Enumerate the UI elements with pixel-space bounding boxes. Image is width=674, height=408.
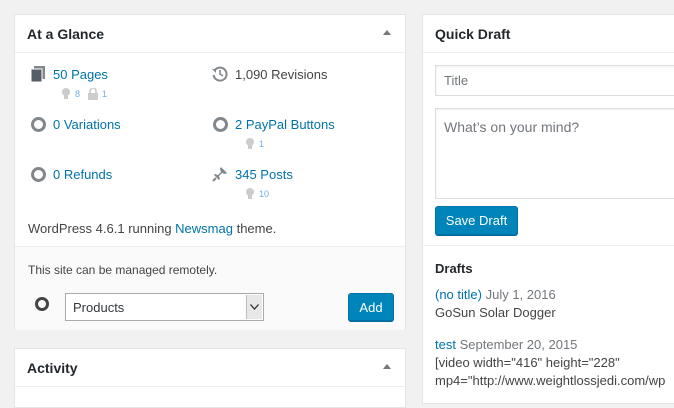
drafts-section: Drafts (no title) July 1, 2016 GoSun Sol… bbox=[423, 245, 674, 406]
theme-link[interactable]: Newsmag bbox=[175, 221, 233, 236]
glance-variations[interactable]: 0 Variations bbox=[29, 115, 121, 133]
posts-link[interactable]: 345 Posts bbox=[235, 167, 293, 182]
lightbulb-icon bbox=[61, 88, 71, 100]
glance-revisions: 1,090 Revisions bbox=[211, 65, 328, 83]
draft-item-1-head: (no title) July 1, 2016 bbox=[435, 287, 556, 302]
draft-item-2-title[interactable]: test bbox=[435, 337, 456, 352]
drafts-heading: Drafts bbox=[435, 261, 473, 276]
paypal-icon bbox=[211, 115, 229, 133]
glance-pages[interactable]: 50 Pages bbox=[29, 65, 108, 83]
products-select[interactable]: Products bbox=[65, 293, 264, 321]
quick-draft-header[interactable]: Quick Draft bbox=[423, 15, 674, 53]
paypal-sub: 1 bbox=[245, 138, 272, 150]
draft-content-textarea[interactable]: What’s on your mind? bbox=[435, 108, 674, 199]
collapse-arrow-icon[interactable] bbox=[383, 364, 391, 369]
draft-item-2-head: test September 20, 2015 bbox=[435, 337, 577, 352]
draft-item-1-title[interactable]: (no title) bbox=[435, 287, 482, 302]
activity-panel: Activity bbox=[14, 348, 406, 408]
chevron-down-icon[interactable] bbox=[246, 295, 262, 319]
glance-posts[interactable]: 345 Posts bbox=[211, 165, 293, 183]
wp-version-line: WordPress 4.6.1 running Newsmag theme. bbox=[28, 221, 276, 236]
products-select-value: Products bbox=[73, 299, 125, 315]
lock-icon bbox=[88, 88, 99, 100]
refunds-icon bbox=[29, 165, 47, 183]
pages-link[interactable]: 50 Pages bbox=[53, 67, 108, 82]
posts-hint-count[interactable]: 10 bbox=[259, 189, 269, 199]
plugin-ring-icon bbox=[35, 297, 49, 311]
remote-text: This site can be managed remotely. bbox=[28, 263, 218, 277]
at-a-glance-panel: At a Glance 50 Pages 8 1 1,090 Revisions… bbox=[14, 14, 406, 330]
paypal-hint-count[interactable]: 1 bbox=[259, 139, 264, 149]
draft-content-placeholder: What’s on your mind? bbox=[444, 119, 580, 135]
quick-draft-panel: Quick Draft Title What’s on your mind? S… bbox=[422, 14, 674, 404]
refunds-link[interactable]: 0 Refunds bbox=[53, 167, 112, 182]
activity-header[interactable]: Activity bbox=[15, 349, 405, 387]
add-button[interactable]: Add bbox=[348, 293, 394, 321]
paypal-link[interactable]: 2 PayPal Buttons bbox=[235, 117, 335, 132]
pages-icon bbox=[29, 65, 47, 83]
activity-title: Activity bbox=[27, 359, 78, 376]
at-a-glance-title: At a Glance bbox=[27, 25, 105, 42]
variations-link[interactable]: 0 Variations bbox=[53, 117, 121, 132]
wp-version-text: WordPress 4.6.1 running bbox=[28, 221, 176, 236]
posts-icon bbox=[211, 165, 229, 183]
draft-title-placeholder: Title bbox=[444, 73, 469, 88]
save-draft-button[interactable]: Save Draft bbox=[435, 206, 518, 235]
draft-item-1-date: July 1, 2016 bbox=[485, 287, 556, 302]
lightbulb-icon bbox=[245, 188, 255, 200]
at-a-glance-header[interactable]: At a Glance bbox=[15, 15, 405, 53]
pages-hint-count[interactable]: 8 bbox=[75, 89, 80, 99]
draft-item-2-excerpt-1: [video width="416" height="228" bbox=[435, 355, 620, 370]
pages-lock-count[interactable]: 1 bbox=[102, 89, 107, 99]
draft-item-2-date: September 20, 2015 bbox=[459, 337, 578, 352]
draft-title-input[interactable]: Title bbox=[435, 65, 674, 96]
revisions-text: 1,090 Revisions bbox=[235, 66, 328, 82]
wp-version-suffix: theme. bbox=[232, 221, 277, 236]
pages-sub: 8 1 bbox=[61, 88, 115, 100]
draft-item-2-excerpt-2: mp4="http://www.weightlossjedi.com/wp bbox=[435, 373, 666, 388]
draft-item-1-excerpt: GoSun Solar Dogger bbox=[435, 305, 556, 320]
revisions-icon bbox=[211, 65, 229, 83]
glance-refunds[interactable]: 0 Refunds bbox=[29, 165, 112, 183]
remote-management-area: This site can be managed remotely. Produ… bbox=[15, 246, 405, 330]
quick-draft-title: Quick Draft bbox=[435, 25, 511, 42]
glance-paypal[interactable]: 2 PayPal Buttons bbox=[211, 115, 335, 133]
posts-sub: 10 bbox=[245, 188, 277, 200]
variations-icon bbox=[29, 115, 47, 133]
collapse-arrow-icon[interactable] bbox=[383, 30, 391, 35]
lightbulb-icon bbox=[245, 138, 255, 150]
